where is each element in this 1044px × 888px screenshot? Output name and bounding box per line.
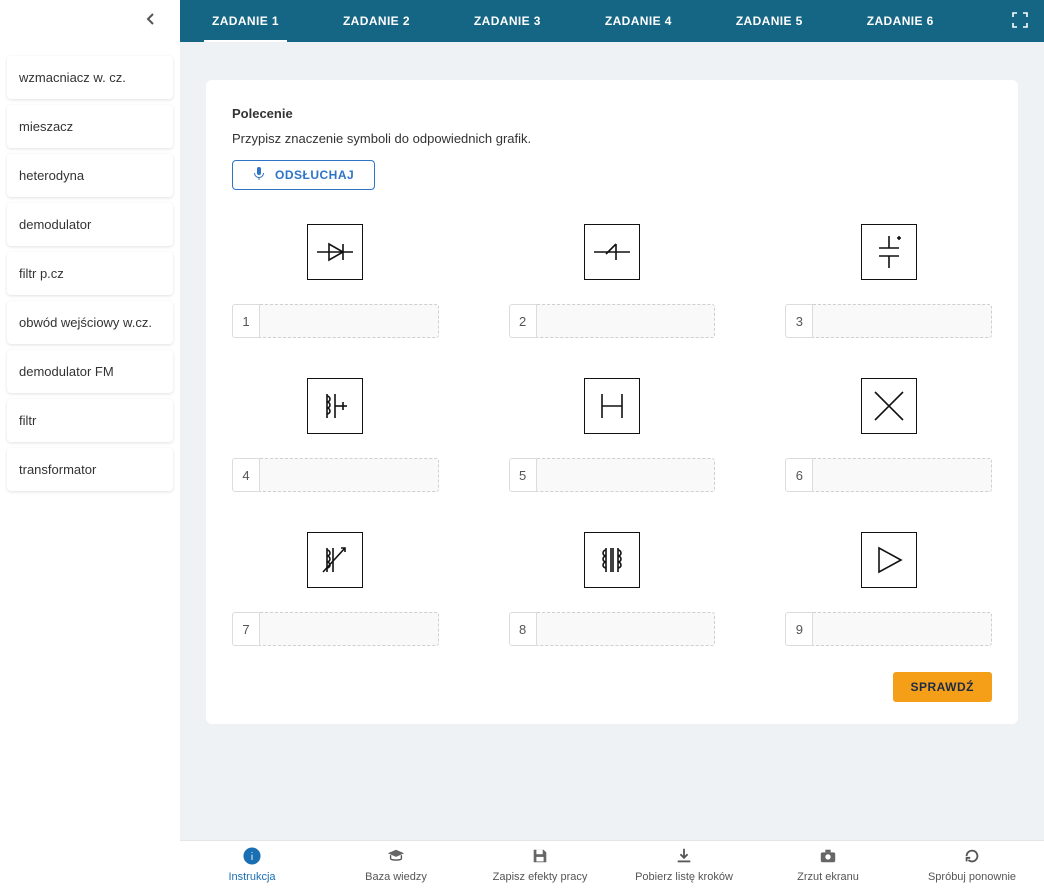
coil-core-icon: [307, 378, 363, 434]
tab-zadanie-5[interactable]: ZADANIE 5: [728, 0, 811, 42]
slot-number: 2: [509, 304, 537, 338]
diode-icon: [307, 224, 363, 280]
bottom-item-label: Baza wiedzy: [365, 871, 427, 883]
tab-zadanie-4[interactable]: ZADANIE 4: [597, 0, 680, 42]
symbol-cell: 7: [232, 532, 439, 646]
bottom-grad-button[interactable]: Baza wiedzy: [346, 847, 446, 883]
save-icon: [531, 847, 549, 868]
listen-button[interactable]: ODSŁUCHAJ: [232, 160, 375, 190]
chip[interactable]: filtr p.cz: [7, 252, 173, 295]
slot-number: 7: [232, 612, 260, 646]
symbol-cell: 8: [509, 532, 716, 646]
bottom-save-button[interactable]: Zapisz efekty pracy: [490, 847, 590, 883]
answer-chips-sidebar: wzmacniacz w. cz. mieszacz heterodyna de…: [0, 42, 180, 505]
grad-icon: [387, 847, 405, 868]
cap-tuned-icon: [861, 224, 917, 280]
tab-zadanie-1[interactable]: ZADANIE 1: [204, 0, 287, 42]
tab-zadanie-2[interactable]: ZADANIE 2: [335, 0, 418, 42]
slot-number: 5: [509, 458, 537, 492]
drop-slot[interactable]: [537, 612, 716, 646]
symbol-cell: 3: [785, 224, 992, 338]
slot-number: 3: [785, 304, 813, 338]
symbol-cell: 6: [785, 378, 992, 492]
slot-number: 8: [509, 612, 537, 646]
task-card: Polecenie Przypisz znaczenie symboli do …: [206, 80, 1018, 724]
bottom-refresh-button[interactable]: Spróbuj ponownie: [922, 847, 1022, 883]
chip[interactable]: transformator: [7, 448, 173, 491]
download-icon: [675, 847, 693, 868]
bottom-toolbar: Instrukcja Baza wiedzy Zapisz efekty pracy…: [180, 840, 1044, 888]
bottom-item-label: Instrukcja: [228, 871, 275, 883]
chip[interactable]: demodulator: [7, 203, 173, 246]
chip[interactable]: filtr: [7, 399, 173, 442]
detector-icon: [584, 224, 640, 280]
check-button[interactable]: SPRAWDŹ: [893, 672, 993, 702]
drop-slot[interactable]: [813, 304, 992, 338]
symbol-cell: 4: [232, 378, 439, 492]
chip[interactable]: obwód wejściowy w.cz.: [7, 301, 173, 344]
slot-number: 4: [232, 458, 260, 492]
drop-slot[interactable]: [260, 612, 439, 646]
symbol-cell: 2: [509, 224, 716, 338]
bottom-item-label: Zapisz efekty pracy: [493, 871, 588, 883]
bottom-item-label: Spróbuj ponownie: [928, 871, 1016, 883]
symbol-cell: 1: [232, 224, 439, 338]
refresh-icon: [963, 847, 981, 868]
drop-slot[interactable]: [813, 458, 992, 492]
tab-zadanie-3[interactable]: ZADANIE 3: [466, 0, 549, 42]
slot-number: 1: [232, 304, 260, 338]
symbol-cell: 9: [785, 532, 992, 646]
drop-slot[interactable]: [260, 304, 439, 338]
mic-icon: [253, 167, 265, 184]
bottom-camera-button[interactable]: Zrzut ekranu: [778, 847, 878, 883]
task-heading: Polecenie: [232, 106, 992, 121]
amplifier-icon: [861, 532, 917, 588]
drop-slot[interactable]: [537, 304, 716, 338]
transformer-icon: [584, 532, 640, 588]
chip[interactable]: demodulator FM: [7, 350, 173, 393]
sidebar-header: [0, 0, 180, 42]
camera-icon: [819, 847, 837, 868]
bottom-info-button[interactable]: Instrukcja: [202, 847, 302, 883]
heterodyne-icon: [584, 378, 640, 434]
symbol-cell: 5: [509, 378, 716, 492]
task-instruction: Przypisz znaczenie symboli do odpowiedni…: [232, 131, 992, 146]
chip[interactable]: wzmacniacz w. cz.: [7, 56, 173, 99]
mixer-icon: [861, 378, 917, 434]
slot-number: 6: [785, 458, 813, 492]
slot-number: 9: [785, 612, 813, 646]
info-icon: [243, 847, 261, 868]
chip[interactable]: heterodyna: [7, 154, 173, 197]
bottom-item-label: Zrzut ekranu: [797, 871, 859, 883]
bottom-download-button[interactable]: Pobierz listę kroków: [634, 847, 734, 883]
tab-zadanie-6[interactable]: ZADANIE 6: [859, 0, 942, 42]
drop-slot[interactable]: [813, 612, 992, 646]
bottom-item-label: Pobierz listę kroków: [635, 871, 733, 883]
fullscreen-icon[interactable]: [1012, 12, 1028, 33]
drop-slot[interactable]: [537, 458, 716, 492]
var-inductor-icon: [307, 532, 363, 588]
listen-label: ODSŁUCHAJ: [275, 168, 354, 182]
drop-slot[interactable]: [260, 458, 439, 492]
chip[interactable]: mieszacz: [7, 105, 173, 148]
chevron-left-icon[interactable]: [146, 12, 156, 31]
